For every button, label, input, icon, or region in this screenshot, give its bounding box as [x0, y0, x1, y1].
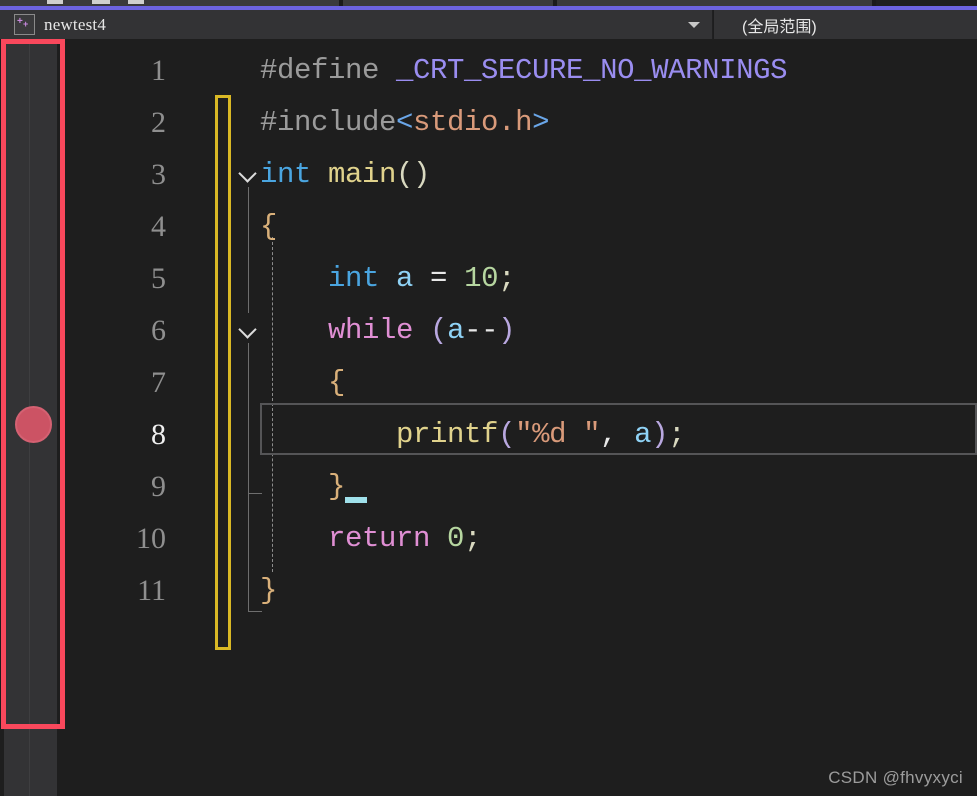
- code-token: =: [430, 262, 465, 295]
- code-token: a: [447, 314, 465, 347]
- code-token: {: [328, 366, 346, 399]
- line-number: 9: [151, 470, 166, 503]
- code-line[interactable]: 6 while (a--): [0, 305, 977, 357]
- code-token: #define: [260, 54, 397, 87]
- code-line[interactable]: 3 int main(): [0, 149, 977, 201]
- code-line[interactable]: 10 return 0;: [0, 513, 977, 565]
- code-line-text[interactable]: int a = 10;: [260, 253, 515, 305]
- line-number: 4: [151, 210, 166, 243]
- code-token: {: [260, 210, 278, 243]
- code-token: int: [260, 158, 329, 191]
- line-number: 2: [151, 106, 166, 139]
- code-line[interactable]: 11}: [0, 565, 977, 617]
- code-token: printf: [396, 418, 499, 451]
- code-token: a: [396, 262, 431, 295]
- code-line[interactable]: 4{: [0, 201, 977, 253]
- code-line-text[interactable]: return 0;: [260, 513, 481, 565]
- code-token: (: [430, 314, 448, 347]
- code-line-text[interactable]: #include<stdio.h>: [260, 97, 549, 149]
- code-token: (: [498, 418, 516, 451]
- code-editor[interactable]: 1 #define _CRT_SECURE_NO_WARNINGS 2 #includ…: [0, 39, 977, 796]
- scope-label: (全局范围): [742, 18, 817, 36]
- code-line-text[interactable]: #define _CRT_SECURE_NO_WARNINGS: [260, 45, 788, 97]
- code-line[interactable]: 9 }: [0, 461, 977, 513]
- line-number: 11: [137, 574, 166, 607]
- code-token: }: [328, 470, 346, 503]
- code-line[interactable]: 8 printf("%d ", a);: [0, 409, 977, 461]
- code-token: 0: [447, 522, 465, 555]
- code-line[interactable]: 5 int a = 10;: [0, 253, 977, 305]
- code-token: ;: [498, 262, 516, 295]
- code-lines-container[interactable]: 1 #define _CRT_SECURE_NO_WARNINGS 2 #includ…: [0, 39, 977, 796]
- code-token: --: [464, 314, 499, 347]
- code-token: int: [328, 262, 397, 295]
- code-line-text[interactable]: }: [260, 461, 345, 513]
- code-token: "%d ": [515, 418, 601, 451]
- code-line[interactable]: 2 #include<stdio.h>: [0, 97, 977, 149]
- code-token: ;: [668, 418, 686, 451]
- code-line[interactable]: 1 #define _CRT_SECURE_NO_WARNINGS: [0, 45, 977, 97]
- chevron-down-icon[interactable]: [688, 22, 700, 28]
- code-token: a: [634, 418, 652, 451]
- code-line-text[interactable]: int main(): [260, 149, 430, 201]
- cpp-file-icon: + +: [14, 14, 35, 35]
- line-number: 1: [151, 54, 166, 87]
- code-line[interactable]: 7 {: [0, 357, 977, 409]
- line-number: 10: [136, 522, 166, 555]
- code-line-text[interactable]: while (a--): [260, 305, 515, 357]
- code-token: ,: [600, 418, 635, 451]
- line-number: 8: [151, 418, 166, 451]
- line-number: 7: [151, 366, 166, 399]
- top-tab-strip: [0, 0, 977, 10]
- line-number: 6: [151, 314, 166, 347]
- code-token: (): [396, 158, 431, 191]
- code-line-text[interactable]: printf("%d ", a);: [260, 409, 686, 461]
- code-token: <: [396, 106, 414, 139]
- code-token: }: [260, 574, 278, 607]
- plus-glyph: +: [23, 19, 29, 29]
- watermark-label: CSDN @fhvyxyci: [828, 768, 963, 787]
- code-token: #include: [260, 106, 397, 139]
- code-token: >: [532, 106, 550, 139]
- file-selector-dropdown[interactable]: + + newtest4: [0, 10, 713, 39]
- line-number: 5: [151, 262, 166, 295]
- code-token: ): [498, 314, 516, 347]
- scope-selector-dropdown[interactable]: (全局范围): [713, 10, 977, 39]
- line-number: 3: [151, 158, 166, 191]
- code-line-text[interactable]: }: [260, 565, 277, 617]
- code-token: _CRT_SECURE_NO_WARNINGS: [396, 54, 788, 87]
- code-line-text[interactable]: {: [260, 201, 277, 253]
- tab-label-fragment: [92, 0, 110, 4]
- code-token: stdio.h: [413, 106, 533, 139]
- file-name-label: newtest4: [44, 14, 107, 34]
- code-token: while: [328, 314, 431, 347]
- code-token: ): [651, 418, 669, 451]
- editor-navigation-bar: + + newtest4 (全局范围): [0, 10, 977, 39]
- tab-label-fragment: [128, 0, 144, 4]
- code-token: main: [328, 158, 397, 191]
- plus-glyph: +: [17, 16, 23, 27]
- code-token: 10: [464, 262, 499, 295]
- code-token: ;: [464, 522, 482, 555]
- tab-label-fragment: [47, 0, 63, 4]
- code-line-text[interactable]: {: [260, 357, 345, 409]
- code-token: return: [328, 522, 448, 555]
